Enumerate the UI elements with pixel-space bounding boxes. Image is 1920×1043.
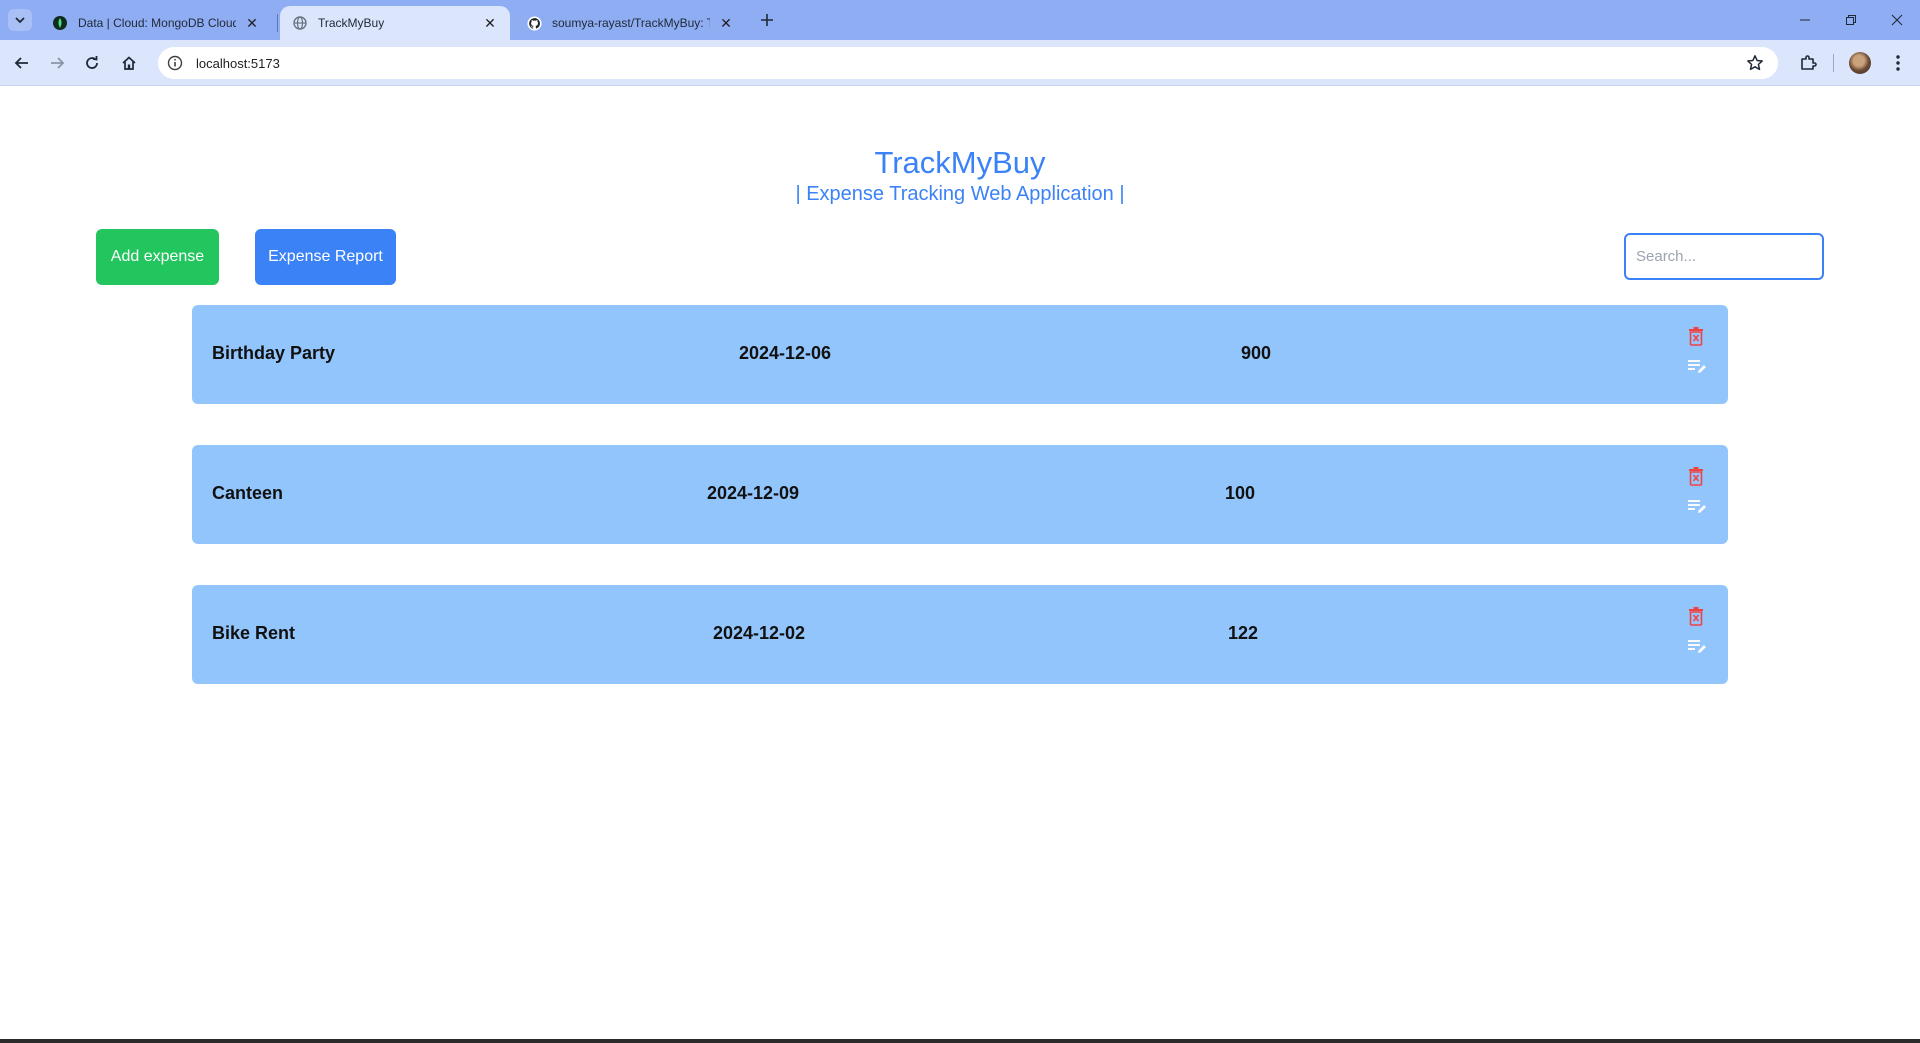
minimize-icon <box>1800 19 1810 21</box>
close-icon[interactable]: ✕ <box>244 15 260 31</box>
tab-trackmybuy[interactable]: TrackMyBuy ✕ <box>280 6 510 40</box>
expense-date: 2024-12-09 <box>706 483 800 503</box>
expense-name: Canteen <box>212 483 284 503</box>
reload-icon <box>86 56 98 69</box>
close-window-button[interactable] <box>1874 6 1920 34</box>
forward-button[interactable] <box>45 51 69 75</box>
home-button[interactable] <box>117 51 141 75</box>
app-title: TrackMyBuy <box>874 145 1046 180</box>
tab-title: Data | Cloud: MongoDB Cloud <box>78 16 236 30</box>
tab-mongodb[interactable]: Data | Cloud: MongoDB Cloud ✕ <box>40 6 272 40</box>
browser-toolbar: localhost:5173 <box>0 40 1920 86</box>
restore-button[interactable] <box>1828 6 1874 34</box>
chevron-down-icon <box>15 17 25 24</box>
profile-avatar[interactable] <box>1849 52 1871 74</box>
extensions-button[interactable] <box>1796 51 1820 75</box>
back-button[interactable] <box>10 51 34 75</box>
minimize-button[interactable] <box>1782 6 1828 34</box>
address-bar[interactable]: localhost:5173 <box>158 47 1778 79</box>
expense-card: Birthday Party 2024-12-06 900 <box>192 305 1728 404</box>
expense-report-button[interactable]: Expense Report <box>255 229 396 285</box>
expense-amount: 900 <box>1240 343 1272 363</box>
window-bottom-edge <box>0 1039 1920 1043</box>
bookmark-star-icon[interactable] <box>1746 54 1764 72</box>
reload-button[interactable] <box>80 51 104 75</box>
edit-list-icon[interactable] <box>1686 497 1708 517</box>
expense-date: 2024-12-02 <box>712 623 806 643</box>
expense-card: Canteen 2024-12-09 100 <box>192 445 1728 544</box>
tab-divider <box>277 14 278 32</box>
edit-list-icon[interactable] <box>1686 357 1708 377</box>
arrow-right-icon <box>51 57 65 69</box>
close-icon[interactable]: ✕ <box>718 15 734 31</box>
app-page: TrackMyBuy | Expense Tracking Web Applic… <box>0 87 1920 1039</box>
tab-title: TrackMyBuy <box>318 16 385 30</box>
close-icon <box>1891 14 1903 26</box>
app-subtitle: | Expense Tracking Web Application | <box>795 183 1125 205</box>
search-input[interactable] <box>1624 233 1824 280</box>
add-expense-button[interactable]: Add expense <box>96 229 219 285</box>
tab-github[interactable]: soumya-rayast/TrackMyBuy: Tra ✕ <box>514 6 746 40</box>
close-icon[interactable]: ✕ <box>482 15 498 31</box>
expense-name: Bike Rent <box>212 623 296 643</box>
mongodb-leaf-icon <box>52 15 68 31</box>
globe-icon <box>292 15 308 31</box>
toolbar-divider <box>1833 54 1834 72</box>
menu-button[interactable] <box>1886 51 1910 75</box>
expense-amount: 100 <box>1224 483 1256 503</box>
expense-name: Birthday Party <box>212 343 336 363</box>
more-vertical-icon <box>1896 55 1900 71</box>
home-icon <box>122 56 136 70</box>
info-icon[interactable] <box>166 54 184 72</box>
arrow-left-icon <box>14 57 28 69</box>
tab-search-button[interactable] <box>8 9 32 31</box>
tab-title: soumya-rayast/TrackMyBuy: Tra <box>552 16 710 30</box>
new-tab-button[interactable] <box>756 9 778 31</box>
expense-amount: 122 <box>1227 623 1259 643</box>
delete-trash-icon[interactable] <box>1686 465 1706 487</box>
edit-list-icon[interactable] <box>1686 637 1708 657</box>
github-icon <box>526 15 542 31</box>
delete-trash-icon[interactable] <box>1686 605 1706 627</box>
expense-date: 2024-12-06 <box>738 343 832 363</box>
restore-icon <box>1846 15 1856 25</box>
expense-card: Bike Rent 2024-12-02 122 <box>192 585 1728 684</box>
browser-tabstrip: Data | Cloud: MongoDB Cloud ✕ TrackMyBuy… <box>0 0 1920 40</box>
puzzle-icon <box>1801 55 1817 70</box>
delete-trash-icon[interactable] <box>1686 325 1706 347</box>
plus-icon <box>761 14 773 26</box>
url-text[interactable]: localhost:5173 <box>196 56 280 71</box>
